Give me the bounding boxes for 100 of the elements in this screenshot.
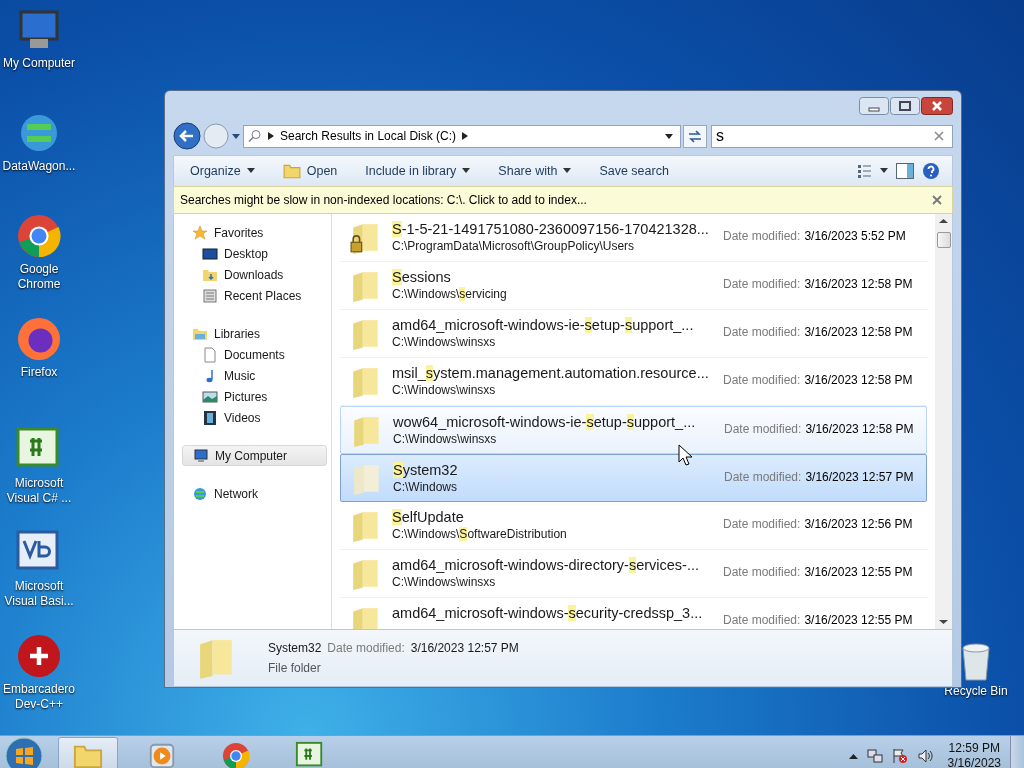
caret-icon[interactable]: [880, 168, 888, 174]
date-value: 3/16/2023 12:56 PM: [804, 517, 913, 531]
film-icon: [202, 409, 218, 426]
result-row[interactable]: amd64_microsoft-windows-directory-services-... C:\Windows\winsxs Date modified: 3/16/2023 12:55 PM: [340, 550, 927, 598]
caret-icon[interactable]: [231, 131, 241, 141]
scroll-up-icon[interactable]: [939, 218, 948, 224]
nav-item[interactable]: Desktop: [174, 243, 331, 264]
file-path: C:\Windows\servicing: [392, 287, 508, 301]
date-label: Date modified:: [723, 565, 801, 579]
file-path: C:\Windows\winsxs: [393, 432, 498, 446]
address-bar[interactable]: Search Results in Local Disk (C:): [243, 124, 681, 148]
nav-item[interactable]: Documents: [174, 344, 331, 365]
desktop-icon-label[interactable]: Microsoft Visual Basi...: [0, 579, 78, 609]
back-button[interactable]: [173, 122, 201, 150]
toolbar-button[interactable]: Open: [276, 159, 344, 183]
chevron-icon: [268, 132, 274, 140]
network-icon[interactable]: [866, 747, 883, 764]
nav-item[interactable]: Libraries: [174, 323, 331, 344]
date-label: Date modified:: [724, 470, 802, 484]
search-field[interactable]: s: [711, 124, 953, 148]
recycle-bin-icon[interactable]: [959, 640, 993, 682]
date-value: 3/16/2023 12:57 PM: [805, 470, 914, 484]
file-name[interactable]: wow64_microsoft-windows-ie-setup-support_...: [393, 414, 716, 430]
document-icon: [202, 346, 218, 363]
scroll-down-icon[interactable]: [939, 619, 948, 625]
date-label: Date modified:: [327, 641, 405, 655]
caret-up-icon[interactable]: [848, 752, 858, 759]
nav-item[interactable]: Recent Places: [174, 285, 331, 306]
date-label: Date modified:: [723, 613, 801, 627]
result-row[interactable]: S-1-5-21-1491751080-2360097156-170421328... C:\ProgramData\Microsoft\GroupPolicy\Users Date modified: 3/16/2023 5:52 PM: [340, 214, 927, 262]
start-button[interactable]: [4, 735, 44, 768]
date-value: 3/16/2023 12:58 PM: [804, 373, 913, 387]
nav-item[interactable]: My Computer: [182, 445, 327, 466]
toolbar-button[interactable]: Organize: [184, 161, 261, 181]
nav-item[interactable]: Pictures: [174, 386, 331, 407]
file-name[interactable]: amd64_microsoft-windows-directory-services-...: [392, 557, 715, 573]
speaker-icon[interactable]: [916, 747, 933, 764]
details-name: System32: [268, 641, 322, 655]
toolbar-button[interactable]: Include in library: [359, 161, 477, 181]
nav-item[interactable]: Favorites: [174, 222, 331, 243]
date-label: Date modified:: [724, 422, 802, 436]
file-name[interactable]: amd64_microsoft-windows-ie-setup-support_...: [392, 317, 715, 333]
computer-icon: [193, 447, 209, 464]
toolbar-button[interactable]: Save search: [593, 161, 675, 181]
chrome-icon: [221, 740, 251, 768]
close-button[interactable]: [921, 97, 953, 115]
clock-date[interactable]: 3/16/2023: [947, 755, 1001, 768]
file-name[interactable]: msil_system.management.automation.resource...: [392, 365, 715, 381]
file-name[interactable]: Sessions: [392, 269, 715, 285]
file-path: C:\Windows\winsxs: [392, 575, 497, 589]
desktop-icon-label[interactable]: Google Chrome: [0, 262, 78, 292]
desktop-icon: [202, 245, 218, 262]
file-name[interactable]: amd64_microsoft-windows-security-credssp_3...: [392, 605, 715, 621]
toolbar-button[interactable]: Share with: [492, 161, 578, 181]
date-label: Date modified:: [723, 229, 801, 243]
result-row[interactable]: amd64_microsoft-windows-ie-setup-support_... C:\Windows\winsxs Date modified: 3/16/2023 12:58 PM: [340, 310, 927, 358]
preview-pane-icon[interactable]: [896, 163, 914, 179]
date-label: Date modified:: [723, 277, 801, 291]
view-options-icon[interactable]: [856, 163, 872, 179]
clear-icon[interactable]: [934, 131, 944, 141]
caret-icon: [462, 168, 471, 174]
result-row[interactable]: wow64_microsoft-windows-ie-setup-support_... C:\Windows\winsxs Date modified: 3/16/2023 12:58 PM: [340, 406, 927, 454]
caret-icon: [246, 168, 255, 174]
file-name[interactable]: SelfUpdate: [392, 509, 715, 525]
desktop-icon-label[interactable]: Microsoft Visual C# ...: [0, 476, 78, 506]
scrollbar[interactable]: [935, 214, 952, 629]
date-value: 3/16/2023 12:55 PM: [804, 613, 913, 627]
caret-icon[interactable]: [664, 131, 674, 141]
date-label: Date modified:: [723, 373, 801, 387]
nav-item[interactable]: Downloads: [174, 264, 331, 285]
info-bar-message[interactable]: Searches might be slow in non-indexed locations: C:\. Click to add to index...: [180, 193, 587, 207]
desktop-icon-label[interactable]: My Computer: [0, 56, 78, 71]
maximize-button[interactable]: [890, 97, 920, 115]
folder-icon: [282, 162, 301, 180]
help-icon[interactable]: [922, 162, 940, 180]
desktop-icon-label[interactable]: Firefox: [0, 365, 78, 380]
plus-circle-icon[interactable]: [15, 632, 63, 680]
file-path: C:\Windows\SoftwareDistribution: [392, 527, 568, 541]
close-icon[interactable]: [932, 195, 942, 205]
refresh-button[interactable]: [683, 124, 707, 148]
result-row[interactable]: SelfUpdate C:\Windows\SoftwareDistribution Date modified: 3/16/2023 12:56 PM: [340, 502, 927, 550]
file-path: C:\ProgramData\Microsoft\GroupPolicy\Users: [392, 239, 636, 253]
result-row[interactable]: System32 C:\Windows Date modified: 3/16/2023 12:57 PM: [340, 454, 927, 502]
clock-time[interactable]: 12:59 PM: [948, 740, 1000, 756]
nav-item[interactable]: Videos: [174, 407, 331, 428]
date-label: Date modified:: [723, 325, 801, 339]
file-name[interactable]: S-1-5-21-1491751080-2360097156-170421328...: [392, 221, 715, 237]
desktop-icon-label[interactable]: Embarcadero Dev-C++: [0, 682, 78, 712]
scroll-thumb[interactable]: [936, 232, 951, 248]
nav-item[interactable]: Music: [174, 365, 331, 386]
nav-item[interactable]: Network: [174, 483, 331, 504]
result-row[interactable]: Sessions C:\Windows\servicing Date modified: 3/16/2023 12:58 PM: [340, 262, 927, 310]
flag-icon[interactable]: [891, 747, 908, 764]
chrome-icon[interactable]: [15, 212, 63, 260]
breadcrumb-item[interactable]: Search Results in Local Disk (C:): [280, 129, 457, 143]
info-bar[interactable]: Searches might be slow in non-indexed locations: C:\. Click to add to index...: [173, 186, 953, 214]
file-name[interactable]: System32: [393, 462, 716, 478]
file-type: File folder: [268, 661, 322, 675]
desktop-icon-label[interactable]: DataWagon...: [0, 159, 78, 174]
csharp-icon: [295, 740, 325, 768]
